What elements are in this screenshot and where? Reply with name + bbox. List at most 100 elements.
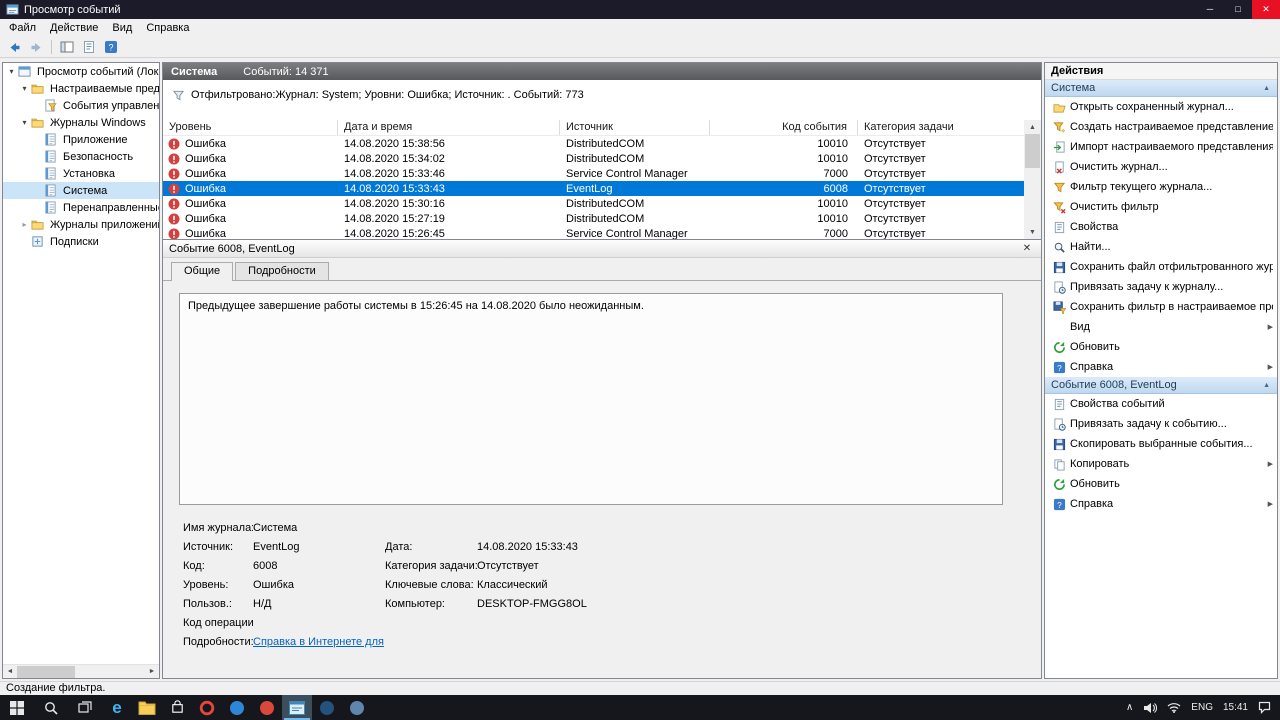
menu-item[interactable]: Вид (105, 19, 139, 37)
action-item[interactable]: ? Справка ▶ (1045, 494, 1277, 514)
event-row[interactable]: Ошибка 14.08.2020 15:34:02 DistributedCOM 1… (163, 151, 1026, 166)
event-viewer-taskbar-button[interactable] (282, 695, 312, 720)
tree-item[interactable]: ▸ Журналы приложений и сл (3, 216, 159, 233)
tree-item[interactable]: Подписки (3, 233, 159, 250)
event-level-cell: Ошибка (163, 227, 338, 239)
action-item[interactable]: Импорт настраиваемого представления (1045, 137, 1277, 157)
show-console-tree-button[interactable] (57, 38, 77, 56)
scroll-left-button[interactable]: ◄ (3, 665, 17, 679)
event-row[interactable]: Ошибка 14.08.2020 15:33:46 Service Control… (163, 166, 1026, 181)
actions-panel-title: Действия (1045, 63, 1277, 80)
blue-circle-app-icon (229, 700, 245, 716)
detail-tab[interactable]: Подробности (235, 262, 329, 280)
action-item[interactable]: Привязать задачу к журналу... (1045, 277, 1277, 297)
actions-section-header[interactable]: Событие 6008, EventLog ▲ (1045, 377, 1277, 394)
scrollbar-thumb[interactable] (17, 665, 75, 678)
action-item[interactable]: Очистить журнал... (1045, 157, 1277, 177)
tree-item[interactable]: Система (3, 182, 159, 199)
action-item[interactable]: Привязать задачу к событию... (1045, 414, 1277, 434)
network-icon[interactable] (1162, 695, 1186, 720)
scrollbar-thumb[interactable] (1025, 134, 1040, 168)
close-button[interactable]: ✕ (1252, 0, 1280, 19)
tree-item[interactable]: Установка (3, 165, 159, 182)
tree-item[interactable]: ▾ Журналы Windows (3, 114, 159, 131)
action-center-icon[interactable] (1253, 695, 1276, 720)
menu-item[interactable]: Действие (43, 19, 105, 37)
tree-item[interactable]: Безопасность (3, 148, 159, 165)
edge-taskbar-button[interactable]: e (102, 695, 132, 720)
file-explorer-taskbar-button[interactable] (132, 695, 162, 720)
actions-section-header[interactable]: Система ▲ (1045, 80, 1277, 97)
menu-item[interactable]: Файл (2, 19, 43, 37)
filter-icon (171, 89, 185, 102)
scrollbar-track[interactable] (17, 665, 145, 679)
detail-close-button[interactable]: ✕ (1019, 243, 1035, 254)
event-row[interactable]: Ошибка 14.08.2020 15:38:56 DistributedCOM 1… (163, 136, 1026, 151)
tree-expander-icon[interactable]: ▾ (19, 84, 30, 93)
scrollbar-track[interactable] (1024, 134, 1041, 225)
language-indicator[interactable]: ENG (1186, 695, 1218, 720)
event-row[interactable]: Ошибка 14.08.2020 15:30:16 DistributedCOM 1… (163, 196, 1026, 211)
action-item[interactable]: ? Справка ▶ (1045, 357, 1277, 377)
tree-item[interactable]: События управления (3, 97, 159, 114)
tree-item[interactable]: ▾ Настраиваемые представле (3, 80, 159, 97)
action-item[interactable]: Обновить (1045, 474, 1277, 494)
hidden-icons-chevron[interactable]: ∧ (1121, 695, 1138, 720)
column-header[interactable]: Уровень (163, 120, 338, 135)
online-help-link[interactable]: Справка в Интернете для (253, 636, 385, 648)
volume-icon[interactable] (1138, 695, 1162, 720)
forward-button[interactable] (26, 38, 46, 56)
steel-circle-app-taskbar-button[interactable] (342, 695, 372, 720)
action-item[interactable]: Очистить фильтр (1045, 197, 1277, 217)
scroll-up-button[interactable]: ▲ (1026, 120, 1040, 134)
tree-item[interactable]: Приложение (3, 131, 159, 148)
event-source-cell: DistributedCOM (566, 197, 645, 210)
back-button[interactable] (4, 38, 24, 56)
action-item[interactable]: Создать настраиваемое представление... (1045, 117, 1277, 137)
opera-taskbar-button[interactable] (192, 695, 222, 720)
microsoft-store-taskbar-button[interactable] (162, 695, 192, 720)
menu-item[interactable]: Справка (139, 19, 196, 37)
action-item[interactable]: Сохранить фильтр в настраиваемое пред... (1045, 297, 1277, 317)
action-item[interactable]: Копировать ▶ (1045, 454, 1277, 474)
action-item[interactable]: Открыть сохраненный журнал... (1045, 97, 1277, 117)
tree-horizontal-scrollbar[interactable]: ◄ ► (3, 664, 159, 678)
column-header[interactable]: Код события (710, 120, 858, 135)
clock[interactable]: 15:41 (1218, 695, 1253, 720)
detail-tab[interactable]: Общие (171, 262, 234, 281)
action-item[interactable]: Свойства событий (1045, 394, 1277, 414)
event-row[interactable]: Ошибка 14.08.2020 15:33:43 EventLog 6008 Отс… (163, 181, 1026, 196)
red-circle-app-taskbar-button[interactable] (252, 695, 282, 720)
scroll-right-button[interactable]: ► (145, 665, 159, 679)
tree-item[interactable]: Перенаправленные соб (3, 199, 159, 216)
action-item[interactable]: Найти... (1045, 237, 1277, 257)
action-item[interactable]: Скопировать выбранные события... (1045, 434, 1277, 454)
tree-expander-icon[interactable]: ▾ (19, 118, 30, 127)
minimize-button[interactable]: ─ (1196, 0, 1224, 19)
column-header[interactable]: Дата и время (338, 120, 560, 135)
events-vertical-scrollbar[interactable]: ▲ ▼ (1024, 120, 1041, 239)
action-item[interactable]: Сохранить файл отфильтрованного жур... (1045, 257, 1277, 277)
event-row[interactable]: Ошибка 14.08.2020 15:27:19 DistributedCOM 1… (163, 211, 1026, 226)
column-header[interactable]: Категория задачи (858, 120, 1026, 135)
task-view-button[interactable] (68, 695, 102, 720)
blue-circle-app-taskbar-button[interactable] (222, 695, 252, 720)
start-button[interactable] (0, 695, 34, 720)
navy-circle-app-taskbar-button[interactable] (312, 695, 342, 720)
action-item[interactable]: Вид ▶ (1045, 317, 1277, 337)
export-list-button[interactable] (79, 38, 99, 56)
tree-expander-icon[interactable]: ▾ (6, 67, 17, 76)
scroll-down-button[interactable]: ▼ (1026, 225, 1040, 239)
collapse-section-icon[interactable]: ▲ (1260, 85, 1273, 92)
column-header[interactable]: Источник (560, 120, 710, 135)
help-toolbar-button[interactable]: ? (101, 38, 121, 56)
tree-item[interactable]: ▾ Просмотр событий (Локальн (3, 63, 159, 80)
search-button[interactable] (34, 695, 68, 720)
tree-expander-icon[interactable]: ▸ (19, 220, 30, 229)
event-row[interactable]: Ошибка 14.08.2020 15:26:45 Service Control… (163, 226, 1026, 239)
action-item[interactable]: Обновить (1045, 337, 1277, 357)
action-item[interactable]: Фильтр текущего журнала... (1045, 177, 1277, 197)
maximize-button[interactable]: □ (1224, 0, 1252, 19)
collapse-section-icon[interactable]: ▲ (1260, 382, 1273, 389)
action-item[interactable]: Свойства (1045, 217, 1277, 237)
